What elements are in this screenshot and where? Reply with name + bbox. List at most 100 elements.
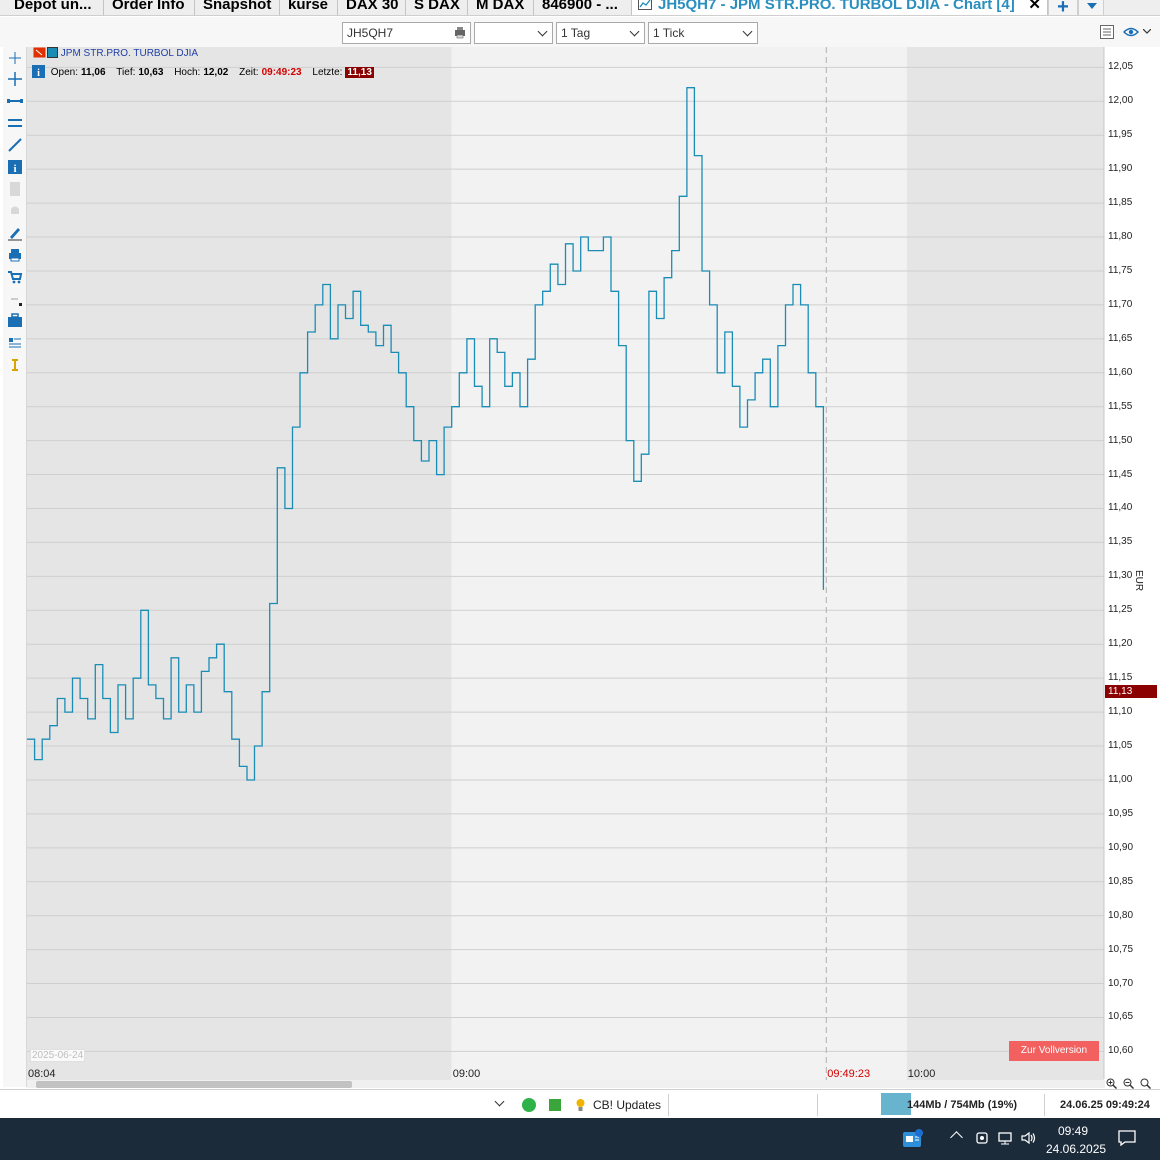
chevron-down-icon bbox=[742, 26, 753, 37]
y-tick-label: 11,20 bbox=[1108, 638, 1133, 650]
chart-settings-icon[interactable] bbox=[1100, 25, 1114, 39]
trendline-icon bbox=[8, 138, 22, 152]
divider bbox=[1044, 1094, 1045, 1116]
series-title: JPM STR.PRO. TURBOL DJIA bbox=[60, 48, 199, 59]
trendline-tool[interactable] bbox=[5, 135, 25, 155]
cursor-tool[interactable] bbox=[5, 355, 25, 375]
print-tool[interactable] bbox=[5, 245, 25, 265]
period-value: 1 Tag bbox=[561, 26, 591, 40]
info-icon: i bbox=[8, 160, 22, 175]
tab-label: S DAX bbox=[414, 0, 460, 13]
drawing-tools: i bbox=[3, 47, 27, 1087]
tab-depot[interactable]: Depot un... bbox=[6, 0, 104, 15]
tab-snapshot[interactable]: Snapshot bbox=[195, 0, 280, 15]
hline-tool[interactable] bbox=[5, 91, 25, 111]
remove-series-icon[interactable] bbox=[33, 47, 46, 58]
tab-dax-30[interactable]: DAX 30 bbox=[338, 0, 406, 15]
y-tick-label: 11,90 bbox=[1108, 163, 1133, 175]
y-tick-label: 11,10 bbox=[1108, 706, 1133, 718]
volume-icon[interactable] bbox=[1020, 1130, 1036, 1146]
tab-label: Order Info bbox=[112, 0, 185, 13]
y-tick-label: 10,75 bbox=[1108, 943, 1134, 955]
price-chart[interactable] bbox=[27, 47, 1160, 1080]
period-select[interactable]: 1 Tag bbox=[556, 22, 645, 44]
resolution-select[interactable]: 1 Tick bbox=[648, 22, 758, 44]
high-value: 12,02 bbox=[203, 67, 229, 78]
y-tick-label: 11,60 bbox=[1108, 366, 1133, 378]
y-tick-label: 11,50 bbox=[1108, 434, 1133, 446]
symbol-input[interactable]: JH5QH7 bbox=[342, 22, 471, 44]
note-tool[interactable] bbox=[5, 179, 25, 199]
series-legend[interactable]: JPM STR.PRO. TURBOL DJIA bbox=[33, 47, 198, 59]
y-tick-label: 11,85 bbox=[1108, 197, 1133, 209]
eye-icon[interactable] bbox=[1123, 26, 1139, 38]
session-backgrounds bbox=[27, 47, 1104, 1080]
marker-tool[interactable] bbox=[5, 223, 25, 243]
tab-chart-active[interactable]: JH5QH7 - JPM STR.PRO. TURBOL DJIA - Char… bbox=[632, 0, 1048, 15]
news-app-icon[interactable] bbox=[902, 1128, 924, 1150]
type-select[interactable] bbox=[474, 22, 553, 44]
crosshair-tool[interactable] bbox=[5, 48, 25, 68]
status-bar: CB! Updates 144Mb / 754Mb (19%) 24.06.25… bbox=[0, 1089, 1160, 1117]
scrollbar-thumb[interactable] bbox=[36, 1081, 352, 1088]
symbol-value: JH5QH7 bbox=[347, 26, 394, 40]
tab-order-info[interactable]: Order Info bbox=[104, 0, 195, 15]
meet-now-icon[interactable] bbox=[974, 1130, 990, 1146]
y-tick-label: 10,70 bbox=[1108, 977, 1134, 989]
y-tick-label: 10,95 bbox=[1108, 807, 1134, 819]
last-value: 11,13 bbox=[345, 67, 374, 78]
minus-tool[interactable] bbox=[5, 289, 25, 309]
y-axis-unit: EUR bbox=[1133, 570, 1144, 592]
series-color-icon[interactable] bbox=[47, 47, 58, 58]
zoom-out-icon[interactable] bbox=[1123, 1078, 1134, 1089]
high-label: Hoch: bbox=[174, 67, 201, 78]
tab-846900[interactable]: 846900 - ... bbox=[534, 0, 632, 15]
tab-label: Depot un... bbox=[14, 0, 92, 13]
lightbulb-icon[interactable] bbox=[575, 1098, 586, 1112]
list-icon bbox=[9, 338, 21, 348]
y-tick-label: 11,75 bbox=[1108, 264, 1133, 276]
marker-icon bbox=[8, 228, 22, 241]
notification-icon[interactable] bbox=[1118, 1130, 1136, 1146]
list-tool[interactable] bbox=[5, 333, 25, 353]
status-datetime: 24.06.25 09:49:24 bbox=[1060, 1099, 1150, 1111]
y-tick-label: 11,00 bbox=[1108, 773, 1133, 785]
chevron-up-icon[interactable] bbox=[950, 1131, 963, 1144]
text-cursor-icon bbox=[12, 359, 18, 371]
zoom-in-icon[interactable] bbox=[1106, 1078, 1117, 1089]
close-tab-icon[interactable]: ✕ bbox=[1028, 0, 1041, 14]
tab-m-dax[interactable]: M DAX bbox=[468, 0, 534, 15]
cross-tool[interactable] bbox=[5, 69, 25, 89]
cart-tool[interactable] bbox=[5, 267, 25, 287]
full-version-button[interactable]: Zur Vollversion bbox=[1009, 1041, 1099, 1061]
add-tab-button[interactable]: + bbox=[1048, 0, 1078, 15]
briefcase-tool[interactable] bbox=[5, 311, 25, 331]
system-clock-date[interactable]: 24.06.2025 bbox=[1046, 1142, 1106, 1156]
system-clock-time[interactable]: 09:49 bbox=[1058, 1124, 1088, 1138]
chevron-down-icon[interactable] bbox=[494, 1096, 505, 1107]
open-value: 11,06 bbox=[81, 67, 106, 78]
session-band bbox=[27, 47, 452, 1080]
tab-kurse[interactable]: kurse bbox=[280, 0, 338, 15]
zoom-reset-icon[interactable] bbox=[1140, 1078, 1151, 1089]
y-tick-label: 11,35 bbox=[1108, 536, 1133, 548]
lookup-icon[interactable] bbox=[453, 26, 467, 39]
current-price-tag: 11,13 bbox=[1105, 685, 1157, 698]
time-value: 09:49:23 bbox=[261, 67, 302, 78]
y-tick-label: 10,85 bbox=[1108, 875, 1134, 887]
y-tick-label: 11,40 bbox=[1108, 502, 1133, 514]
y-tick-label: 10,60 bbox=[1108, 1045, 1134, 1057]
channel-icon bbox=[8, 119, 22, 127]
windows-taskbar: 09:49 24.06.2025 bbox=[0, 1118, 1160, 1160]
channel-tool[interactable] bbox=[5, 113, 25, 133]
tab-s-dax[interactable]: S DAX bbox=[406, 0, 468, 15]
chevron-down-icon[interactable] bbox=[1143, 29, 1151, 35]
info-tool[interactable]: i bbox=[5, 157, 25, 177]
updates-link[interactable]: CB! Updates bbox=[593, 1098, 661, 1112]
y-tick-label: 11,30 bbox=[1108, 570, 1133, 582]
tab-label: DAX 30 bbox=[346, 0, 399, 13]
info-icon[interactable]: i bbox=[32, 65, 45, 79]
alarm-tool[interactable] bbox=[5, 201, 25, 221]
network-icon[interactable] bbox=[997, 1130, 1013, 1146]
tab-list-dropdown-button[interactable] bbox=[1078, 0, 1104, 15]
